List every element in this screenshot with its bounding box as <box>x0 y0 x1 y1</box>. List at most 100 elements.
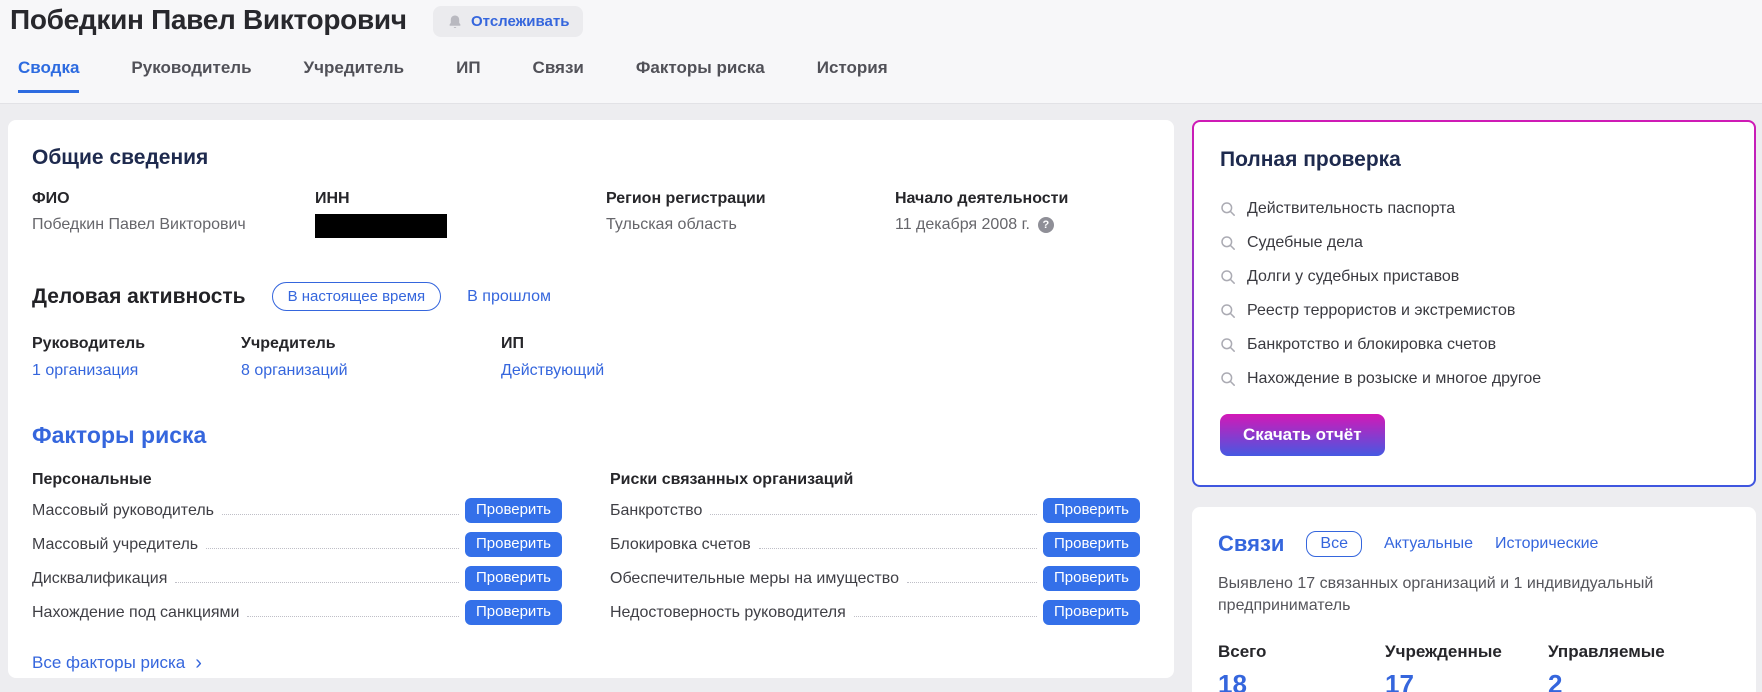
connections-title-link[interactable]: Связи <box>1218 531 1284 557</box>
dotted-leader <box>906 582 1037 583</box>
tab-history[interactable]: История <box>817 58 888 93</box>
filter-historical-link[interactable]: Исторические <box>1495 535 1598 553</box>
activity-head-item: Руководитель 1 организация <box>32 335 241 380</box>
tab-connections[interactable]: Связи <box>533 58 584 93</box>
risk-col-personal-title: Персональные <box>32 471 152 488</box>
activity-head-value-link[interactable]: 1 организация <box>32 362 241 380</box>
magnifier-icon <box>1221 372 1235 386</box>
toggle-current-button[interactable]: В настоящее время <box>271 282 442 311</box>
check-button[interactable]: Проверить <box>464 566 562 591</box>
risk-row: Массовый руководитель Проверить <box>32 498 562 523</box>
field-region-value: Тульская область <box>606 216 737 233</box>
field-region-label: Регион регистрации <box>606 190 766 207</box>
stat-founded-value[interactable]: 17 <box>1385 669 1548 692</box>
field-fio-label: ФИО <box>32 190 70 207</box>
check-button[interactable]: Проверить <box>464 600 562 625</box>
check-button[interactable]: Проверить <box>464 532 562 557</box>
stat-founded-label: Учрежденные <box>1385 641 1502 661</box>
page-header: Победкин Павел Викторович Отслеживать Св… <box>0 0 1762 104</box>
general-info-title: Общие сведения <box>32 146 209 169</box>
activity-founder-value-link[interactable]: 8 организаций <box>241 362 501 380</box>
check-button[interactable]: Проверить <box>1042 566 1140 591</box>
check-list-item: Судебные дела <box>1220 226 1728 260</box>
risk-label: Массовый учредитель <box>32 536 199 553</box>
check-list-item: Действительность паспорта <box>1220 192 1728 226</box>
filter-actual-link[interactable]: Актуальные <box>1384 535 1473 553</box>
dotted-leader <box>853 616 1037 617</box>
check-button[interactable]: Проверить <box>1042 532 1140 557</box>
activity-ip-item: ИП Действующий <box>501 335 1150 380</box>
full-check-title: Полная проверка <box>1220 148 1401 171</box>
tab-founder[interactable]: Учредитель <box>304 58 405 93</box>
risk-row: Нахождение под санкциями Проверить <box>32 600 562 625</box>
connections-card: Связи Все Актуальные Исторические Выявле… <box>1192 507 1756 692</box>
activity-head-label: Руководитель <box>32 335 146 352</box>
risk-row: Банкротство Проверить <box>610 498 1140 523</box>
check-list-item: Нахождение в розыске и многое другое <box>1220 362 1728 396</box>
connections-summary: Выявлено 17 связанных организаций и 1 ин… <box>1218 575 1654 615</box>
connections-header: Связи Все Актуальные Исторические <box>1218 531 1730 557</box>
follow-button[interactable]: Отслеживать <box>433 6 584 37</box>
risk-label: Недостоверность руководителя <box>610 604 846 621</box>
field-fio: ФИО Победкин Павел Викторович <box>32 190 315 238</box>
field-inn: ИНН <box>315 190 606 238</box>
all-risk-factors-label: Все факторы риска <box>32 653 186 672</box>
risk-row: Обеспечительные меры на имущество Провер… <box>610 566 1140 591</box>
check-list-item: Долги у судебных приставов <box>1220 260 1728 294</box>
check-button[interactable]: Проверить <box>464 498 562 523</box>
stat-total-label: Всего <box>1218 641 1267 661</box>
check-item-label: Судебные дела <box>1247 234 1363 251</box>
risk-factors-title-link[interactable]: Факторы риска <box>32 422 1150 449</box>
activity-ip-label: ИП <box>501 335 524 352</box>
check-item-label: Реестр террористов и экстремистов <box>1247 302 1516 319</box>
check-item-label: Действительность паспорта <box>1247 200 1456 217</box>
check-list-item: Банкротство и блокировка счетов <box>1220 328 1728 362</box>
tab-summary[interactable]: Сводка <box>18 58 80 93</box>
activity-founder-label: Учредитель <box>241 335 336 352</box>
magnifier-icon <box>1221 338 1235 352</box>
all-risk-factors-link[interactable]: Все факторы риска › <box>32 653 202 673</box>
bell-icon <box>449 15 461 28</box>
check-button[interactable]: Проверить <box>1042 600 1140 625</box>
tab-head[interactable]: Руководитель <box>131 58 251 93</box>
field-region: Регион регистрации Тульская область <box>606 190 895 238</box>
magnifier-icon <box>1221 304 1235 318</box>
help-icon[interactable]: ? <box>1037 217 1054 233</box>
field-activity-start-value: 11 декабря 2008 г. <box>895 216 1030 233</box>
dotted-leader <box>758 548 1037 549</box>
stat-managed-value[interactable]: 2 <box>1548 669 1730 692</box>
risk-col-related-title: Риски связанных организаций <box>610 471 854 488</box>
toggle-past-link[interactable]: В прошлом <box>467 288 551 306</box>
check-button[interactable]: Проверить <box>1042 498 1140 523</box>
connections-stats: Всего 18 Учрежденные 17 Управляемые 2 <box>1218 642 1730 692</box>
full-check-panel: Полная проверка Действительность паспорт… <box>1192 120 1756 487</box>
business-activity-header: Деловая активность В настоящее время В п… <box>32 282 1150 311</box>
check-item-label: Банкротство и блокировка счетов <box>1247 336 1497 353</box>
business-activity-row: Руководитель 1 организация Учредитель 8 … <box>32 335 1150 380</box>
tab-risk-factors[interactable]: Факторы риска <box>636 58 765 93</box>
stat-total: Всего 18 <box>1218 642 1385 692</box>
stat-total-value[interactable]: 18 <box>1218 669 1385 692</box>
stat-founded: Учрежденные 17 <box>1385 642 1548 692</box>
risk-col-related: Риски связанных организаций Банкротство … <box>610 471 1140 625</box>
risk-row: Недостоверность руководителя Проверить <box>610 600 1140 625</box>
inn-redaction-box <box>315 214 447 238</box>
tab-bar: Сводка Руководитель Учредитель ИП Связи … <box>18 58 940 93</box>
field-activity-start: Начало деятельности 11 декабря 2008 г. ? <box>895 190 1150 238</box>
stat-managed: Управляемые 2 <box>1548 642 1730 692</box>
risk-row: Блокировка счетов Проверить <box>610 532 1140 557</box>
full-check-list: Действительность паспорта Судебные дела … <box>1220 192 1728 396</box>
filter-all-button[interactable]: Все <box>1306 531 1362 557</box>
risk-row: Дисквалификация Проверить <box>32 566 562 591</box>
risk-col-personal: Персональные Массовый руководитель Прове… <box>32 471 562 625</box>
business-activity-title: Деловая активность <box>32 284 246 308</box>
check-list-item: Реестр террористов и экстремистов <box>1220 294 1728 328</box>
magnifier-icon <box>1221 202 1235 216</box>
magnifier-icon <box>1221 236 1235 250</box>
activity-ip-value-link[interactable]: Действующий <box>501 362 1150 380</box>
tab-ip[interactable]: ИП <box>456 58 480 93</box>
dotted-leader <box>247 616 459 617</box>
dotted-leader <box>206 548 459 549</box>
download-report-button[interactable]: Скачать отчёт <box>1220 414 1385 456</box>
chevron-right-icon: › <box>195 652 202 674</box>
